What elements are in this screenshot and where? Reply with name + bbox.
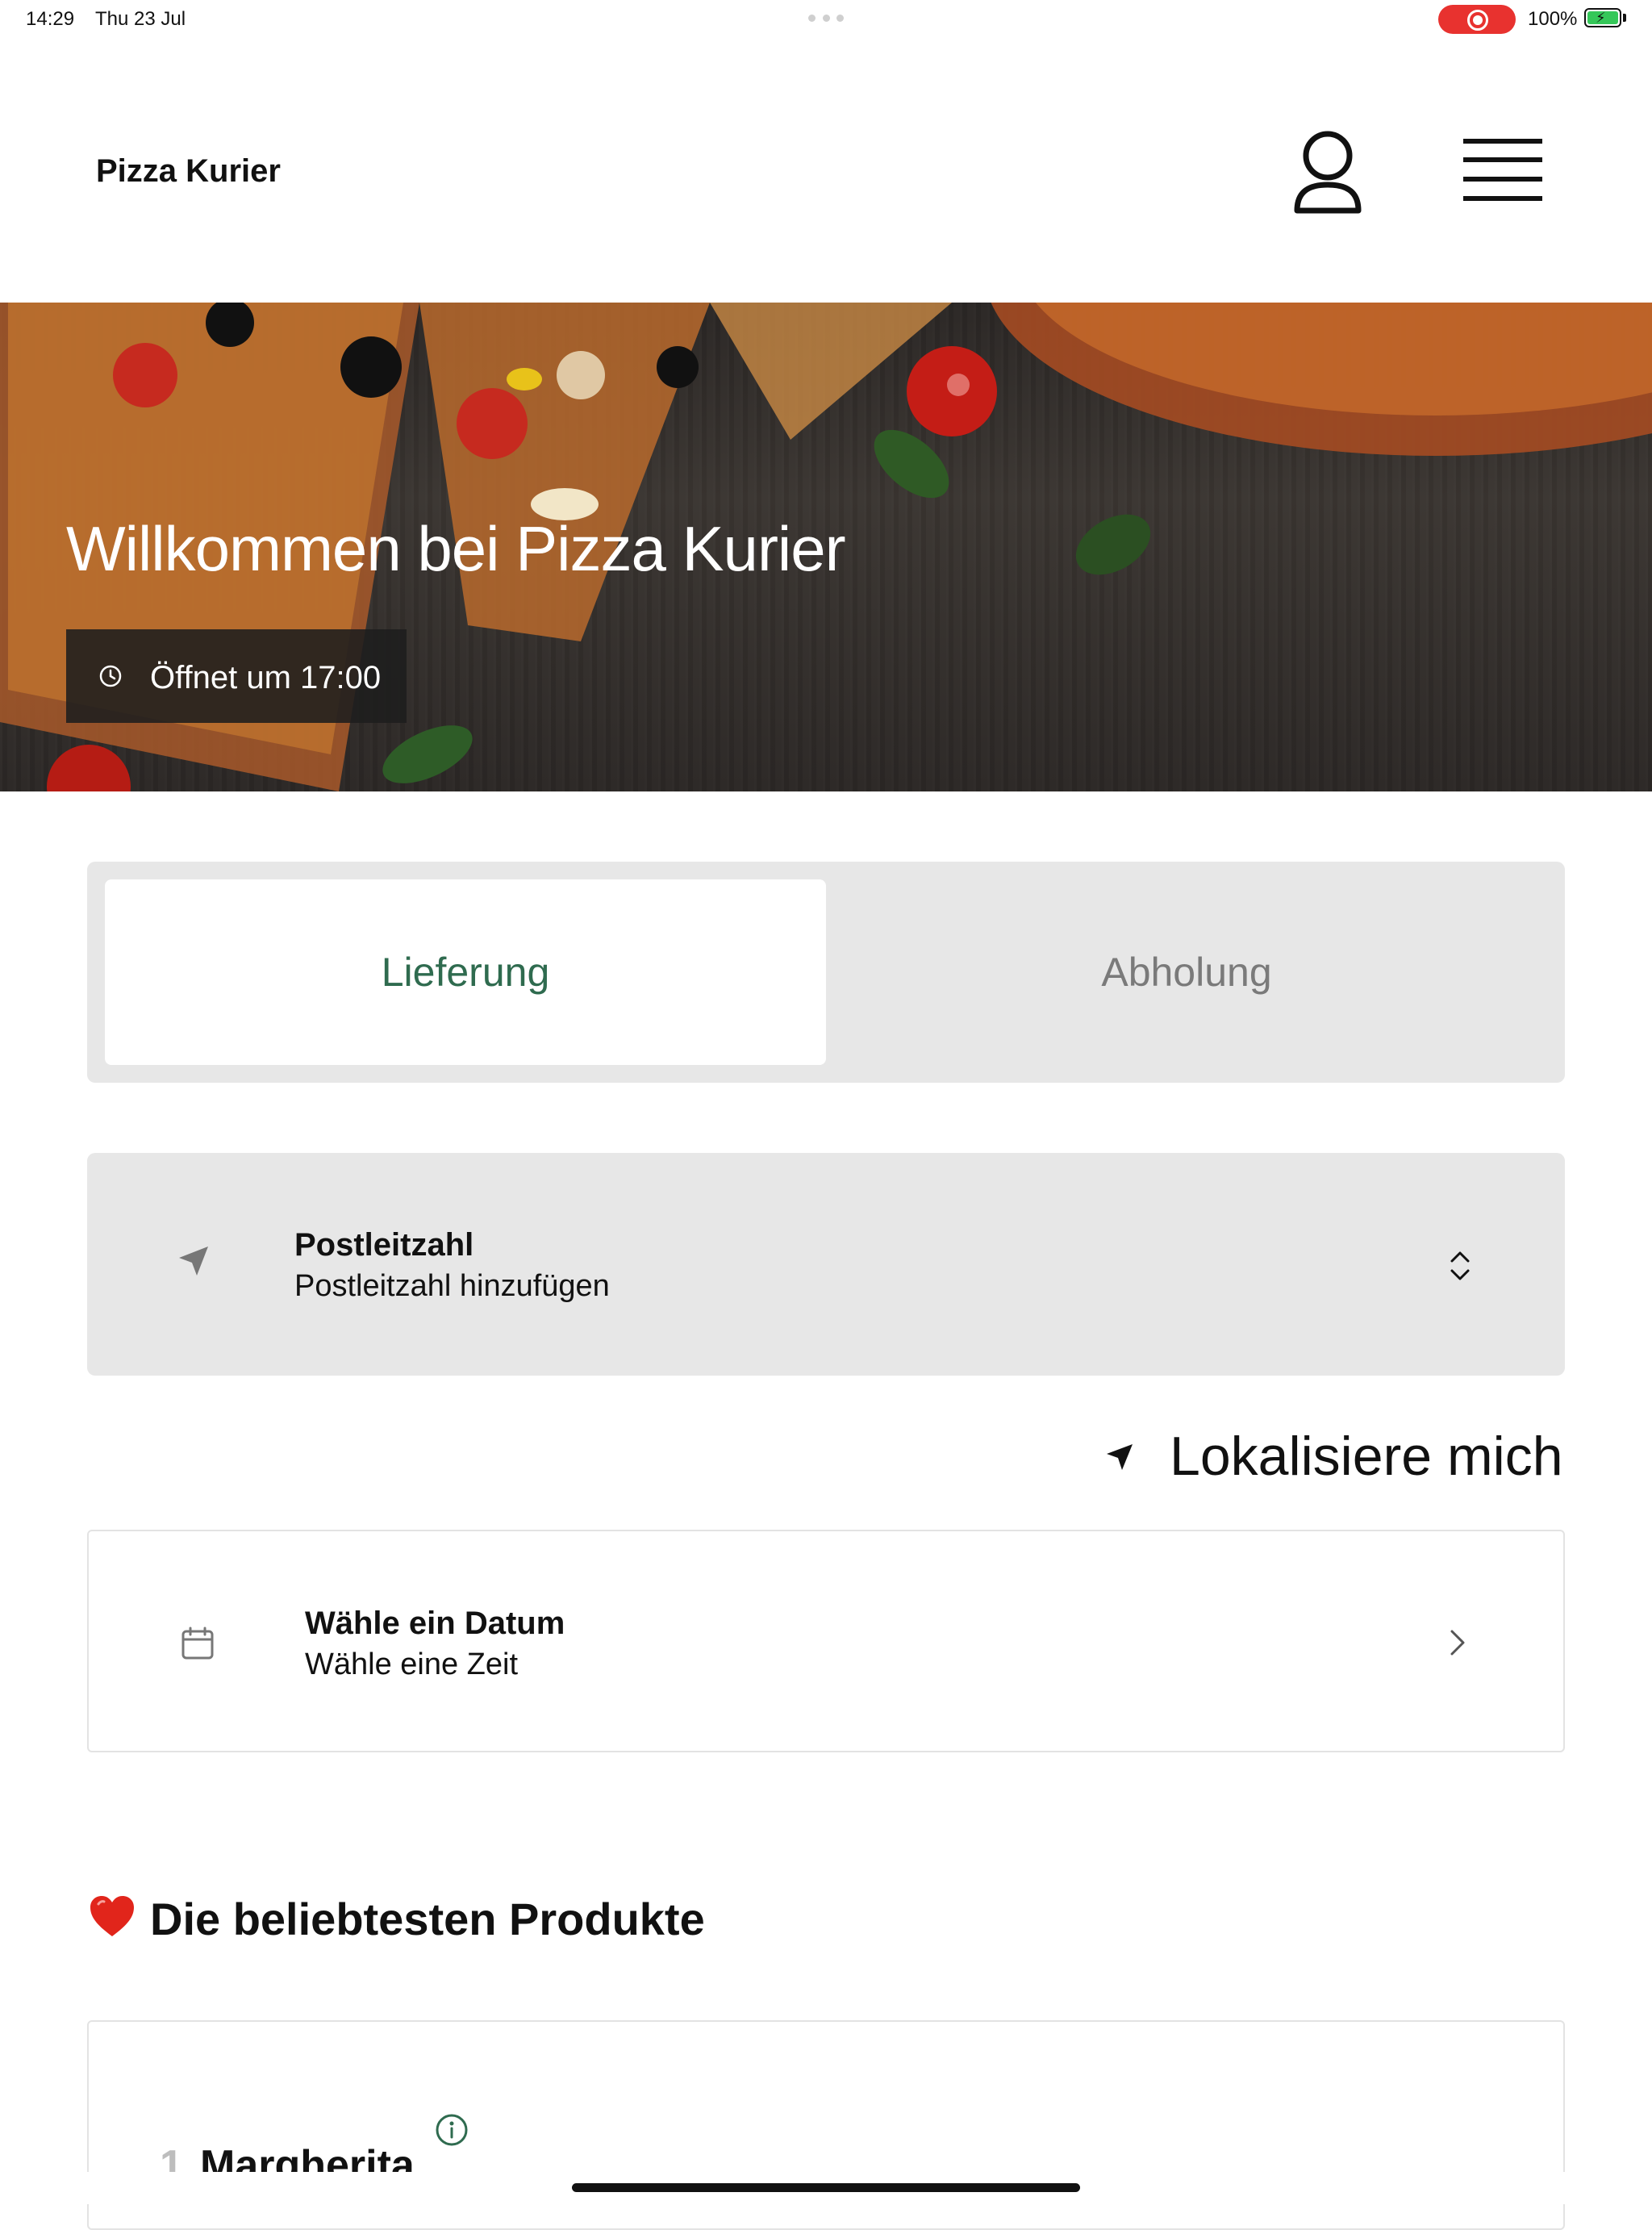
tab-pickup[interactable]: Abholung [826, 879, 1547, 1065]
date-label: Wähle ein Datum [305, 1606, 565, 1641]
order-mode-toggle: Lieferung Abholung [87, 862, 1565, 1083]
screen-recording-icon[interactable] [1438, 5, 1516, 34]
hero-banner: Willkommen bei Pizza Kurier Öffnet um 17… [0, 303, 1652, 791]
multitasking-dots-icon[interactable] [808, 15, 844, 23]
status-date: Thu 23 Jul [95, 8, 186, 30]
popular-products-heading: Die beliebtesten Produkte [89, 1893, 705, 1945]
tab-delivery[interactable]: Lieferung [105, 879, 826, 1065]
hamburger-menu-icon [1463, 139, 1542, 201]
date-time-picker[interactable]: Wähle ein Datum Wähle eine Zeit [87, 1530, 1565, 1752]
home-indicator[interactable] [572, 2183, 1080, 2192]
clock-icon [99, 665, 122, 687]
brand-title[interactable]: Pizza Kurier [96, 153, 281, 190]
opening-hours-badge: Öffnet um 17:00 [66, 629, 407, 723]
chevron-right-icon [1450, 1630, 1465, 1656]
location-arrow-icon [1107, 1444, 1133, 1470]
locate-me-label: Lokalisiere mich [1170, 1426, 1563, 1487]
status-bar: 14:29 Thu 23 Jul 100% ⚡ [0, 0, 1652, 39]
info-icon[interactable] [434, 2112, 469, 2148]
postal-code-placeholder: Postleitzahl hinzufügen [294, 1269, 610, 1303]
account-button[interactable] [1287, 125, 1368, 222]
postal-code-label: Postleitzahl [294, 1227, 474, 1263]
battery-icon: ⚡ [1584, 8, 1621, 27]
location-arrow-icon [179, 1247, 208, 1276]
status-time: 14:29 [26, 8, 75, 30]
calendar-icon [181, 1627, 214, 1660]
battery-cap [1623, 14, 1626, 22]
hero-title: Willkommen bei Pizza Kurier [66, 513, 846, 584]
popular-products-title: Die beliebtesten Produkte [150, 1894, 705, 1944]
time-label: Wähle eine Zeit [305, 1647, 519, 1681]
heart-icon [90, 1896, 134, 1936]
menu-button[interactable] [1460, 136, 1546, 205]
person-icon [1294, 131, 1362, 214]
chevron-up-down-icon [1450, 1251, 1470, 1280]
postal-code-field[interactable]: Postleitzahl Postleitzahl hinzufügen [87, 1153, 1565, 1376]
locate-me-button[interactable]: Lokalisiere mich [1103, 1420, 1565, 1487]
battery-percentage: 100% [1528, 8, 1578, 30]
opening-hours-text: Öffnet um 17:00 [150, 660, 382, 695]
